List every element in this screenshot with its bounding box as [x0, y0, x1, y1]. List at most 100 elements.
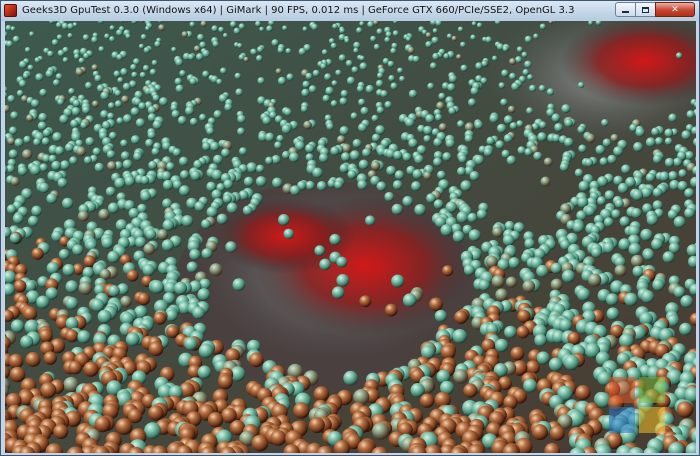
particle-sphere	[114, 89, 122, 97]
particle-sphere	[591, 247, 602, 258]
particle-sphere	[115, 418, 133, 435]
particle-sphere	[668, 113, 677, 123]
particle-sphere	[298, 47, 306, 56]
particle-sphere	[82, 106, 91, 114]
particle-sphere	[339, 27, 346, 34]
particle-sphere	[431, 36, 439, 44]
particle-sphere	[646, 214, 658, 226]
particle-sphere	[300, 105, 308, 113]
particle-sphere	[213, 154, 223, 165]
particle-sphere	[212, 40, 219, 48]
particle-sphere	[27, 64, 34, 71]
particle-sphere	[65, 297, 79, 310]
particle-sphere	[251, 434, 269, 452]
particle-sphere	[397, 67, 404, 74]
particle-sphere	[339, 163, 349, 173]
particle-sphere	[161, 171, 172, 181]
particle-sphere	[216, 213, 228, 225]
particle-sphere	[145, 228, 157, 240]
particle-sphere	[229, 21, 237, 28]
particle-sphere	[270, 430, 287, 446]
particle-sphere	[474, 120, 483, 130]
particle-sphere	[330, 146, 340, 156]
particle-sphere	[108, 102, 115, 109]
particle-sphere	[434, 309, 447, 323]
particle-sphere	[65, 329, 79, 343]
app-icon[interactable]	[4, 4, 17, 17]
particle-sphere	[338, 54, 346, 62]
particle-sphere	[365, 84, 374, 94]
particle-sphere	[151, 59, 158, 66]
particle-sphere	[486, 136, 495, 145]
particle-sphere	[563, 354, 580, 371]
particle-sphere	[526, 107, 534, 115]
particle-sphere	[147, 131, 156, 140]
particle-sphere	[554, 123, 563, 132]
particle-sphere	[23, 306, 38, 321]
particle-sphere	[152, 120, 162, 130]
title-bar[interactable]: Geeks3D GpuTest 0.3.0 (Windows x64) | Gi…	[1, 1, 699, 21]
particle-sphere	[51, 39, 59, 46]
particle-sphere	[211, 25, 218, 32]
particle-sphere	[257, 46, 264, 53]
render-viewport[interactable]	[5, 21, 696, 453]
particle-sphere	[305, 143, 315, 154]
particle-sphere	[41, 137, 50, 146]
particle-sphere	[577, 125, 586, 134]
particle-sphere	[225, 241, 237, 253]
particle-sphere	[147, 105, 157, 115]
particle-sphere	[391, 274, 405, 288]
particle-sphere	[52, 79, 60, 87]
particle-sphere	[339, 97, 348, 106]
particle-sphere	[485, 36, 492, 43]
particle-sphere	[122, 159, 133, 170]
particle-sphere	[274, 141, 282, 149]
particle-sphere	[192, 306, 205, 320]
particle-sphere	[10, 111, 19, 120]
particle-sphere	[38, 328, 53, 343]
particle-sphere	[166, 162, 175, 171]
particle-sphere	[109, 131, 117, 140]
particle-sphere	[376, 28, 383, 35]
particle-sphere	[343, 370, 358, 386]
particle-sphere	[5, 24, 12, 31]
particle-sphere	[308, 85, 317, 93]
particle-sphere	[282, 150, 290, 159]
particle-sphere	[153, 312, 167, 325]
maximize-icon	[642, 6, 649, 13]
particle-sphere	[302, 26, 308, 32]
particle-sphere	[114, 177, 126, 189]
maximize-button[interactable]	[635, 2, 656, 17]
particle-sphere	[175, 58, 184, 67]
particle-sphere	[209, 263, 223, 277]
particle-sphere	[614, 264, 627, 277]
particle-sphere	[206, 206, 218, 218]
particle-sphere	[419, 393, 435, 408]
particle-sphere	[68, 88, 75, 95]
particle-sphere	[243, 56, 249, 63]
particle-sphere	[124, 176, 135, 187]
particle-sphere	[302, 80, 310, 89]
minimize-button[interactable]	[615, 2, 636, 17]
particle-sphere	[332, 23, 338, 30]
particle-sphere	[202, 142, 211, 151]
particle-sphere	[221, 148, 230, 158]
particle-sphere	[508, 257, 520, 269]
particle-sphere	[460, 64, 468, 72]
particle-sphere	[104, 33, 110, 39]
particle-sphere	[362, 148, 371, 158]
particle-sphere	[67, 23, 74, 30]
particle-sphere	[266, 25, 273, 32]
particle-sphere	[142, 263, 155, 276]
particle-sphere	[539, 23, 546, 30]
particle-sphere	[469, 171, 480, 181]
particle-sphere	[218, 374, 233, 390]
close-button[interactable]: ✕	[655, 2, 695, 17]
particle-sphere	[516, 46, 523, 53]
particle-sphere	[536, 264, 549, 278]
particle-sphere	[391, 203, 403, 215]
particle-sphere	[145, 25, 150, 31]
particle-sphere	[301, 88, 310, 97]
particle-sphere	[454, 310, 468, 325]
particle-sphere	[495, 288, 509, 302]
